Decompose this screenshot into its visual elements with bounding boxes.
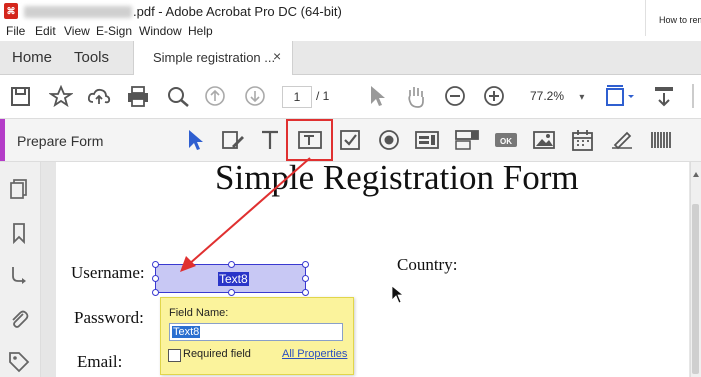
save-icon[interactable] <box>10 86 32 106</box>
chevron-down-icon: ▾ <box>579 92 585 103</box>
password-label: Password: <box>74 308 144 327</box>
field-name-label: Field Name: <box>169 307 229 319</box>
zoom-level-value: 77.2% <box>530 89 565 103</box>
window-title: .pdf - Adobe Acrobat Pro DC (64-bit) <box>133 4 342 19</box>
field-name-value: Text8 <box>172 326 201 338</box>
tab-tools[interactable]: Tools <box>74 41 109 74</box>
dropdown-tool-icon[interactable] <box>454 128 480 152</box>
date-field-tool-icon[interactable] <box>570 128 596 152</box>
email-label: Email: <box>77 352 123 371</box>
tab-home[interactable]: Home <box>12 41 52 74</box>
prepare-form-label: Prepare Form <box>17 133 104 149</box>
country-label: Country: <box>397 255 458 274</box>
scroll-up-icon[interactable] <box>692 170 700 178</box>
menu-view[interactable]: View <box>64 24 90 38</box>
checkbox-tool-icon[interactable] <box>338 128 362 152</box>
menu-help[interactable]: Help <box>188 24 213 38</box>
mouse-cursor-icon <box>391 285 405 304</box>
cloud-upload-icon[interactable] <box>87 86 111 106</box>
button-tool-icon[interactable]: OK <box>493 128 519 152</box>
hand-icon[interactable] <box>404 84 428 108</box>
page-number-input[interactable]: 1 <box>282 86 312 108</box>
corner-tab-label: How to rem <box>659 15 701 25</box>
resize-handle[interactable] <box>152 289 159 296</box>
add-text-icon[interactable] <box>258 128 282 152</box>
page-total: / 1 <box>316 89 330 103</box>
signature-field-tool-icon[interactable] <box>609 128 635 152</box>
menu-edit[interactable]: Edit <box>35 24 56 38</box>
tab-row: Home Tools Simple registration ... × <box>0 41 701 75</box>
bookmark-star-icon[interactable] <box>49 85 73 107</box>
edit-form-icon[interactable] <box>220 128 246 152</box>
menu-bar: File Edit View E-Sign Window Help <box>0 24 645 41</box>
menu-file[interactable]: File <box>6 24 25 38</box>
search-icon[interactable] <box>166 85 190 107</box>
all-properties-link[interactable]: All Properties <box>282 348 347 360</box>
zoom-in-icon[interactable] <box>483 85 505 107</box>
page-up-icon[interactable] <box>204 85 226 107</box>
required-field-label: Required field <box>183 348 251 360</box>
document-tab-label: Simple registration ... <box>153 50 276 65</box>
username-label: Username: <box>71 263 145 282</box>
toolbar-divider <box>692 84 694 108</box>
attachment-icon[interactable] <box>7 307 31 331</box>
image-field-tool-icon[interactable] <box>531 128 557 152</box>
resize-handle[interactable] <box>152 275 159 282</box>
resize-handle[interactable] <box>228 289 235 296</box>
annotation-arrow <box>180 157 311 272</box>
required-field-checkbox[interactable] <box>168 349 181 362</box>
acrobat-icon: ⌘ <box>4 3 18 19</box>
more-tools-icon[interactable] <box>652 84 676 108</box>
close-tab-icon[interactable]: × <box>273 48 281 64</box>
tags-icon[interactable] <box>7 264 31 288</box>
select-cursor-icon[interactable] <box>368 84 386 108</box>
resize-handle[interactable] <box>302 289 309 296</box>
select-object-icon[interactable] <box>186 128 204 152</box>
resize-handle[interactable] <box>152 261 159 268</box>
scrollbar-thumb[interactable] <box>692 204 699 374</box>
label-tag-icon[interactable] <box>7 350 31 374</box>
print-icon[interactable] <box>126 85 150 107</box>
bookmark-icon[interactable] <box>7 221 31 245</box>
blurred-filename <box>24 6 132 18</box>
zoom-level-select[interactable]: 77.2% ▾ <box>522 86 588 106</box>
page-down-icon[interactable] <box>244 85 266 107</box>
radio-button-tool-icon[interactable] <box>377 128 401 152</box>
barcode-tool-icon[interactable] <box>648 128 674 152</box>
list-box-tool-icon[interactable] <box>414 128 440 152</box>
prepare-form-accent <box>0 119 5 161</box>
menu-window[interactable]: Window <box>139 24 182 38</box>
svg-text:OK: OK <box>500 137 512 146</box>
zoom-out-icon[interactable] <box>444 85 466 107</box>
menu-esign[interactable]: E-Sign <box>96 24 132 38</box>
fit-page-icon[interactable] <box>604 83 634 109</box>
page-thumbnails-icon[interactable] <box>7 177 31 201</box>
text-field-tool-icon[interactable] <box>297 128 323 152</box>
